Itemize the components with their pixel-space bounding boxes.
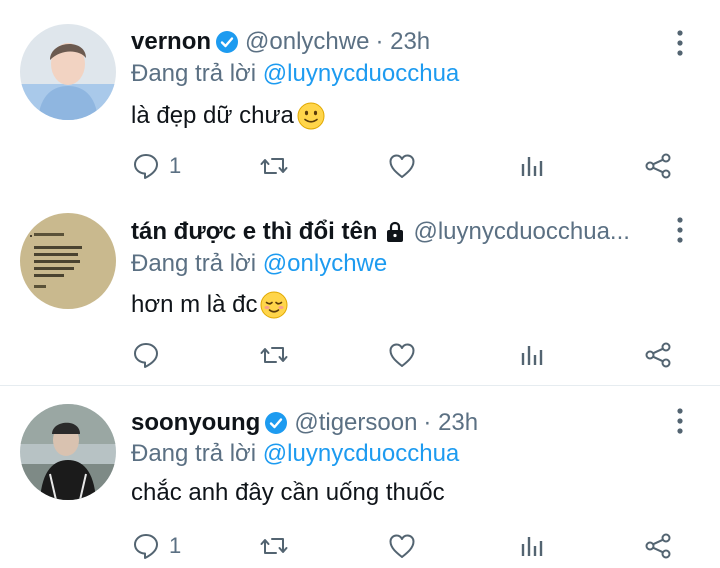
analytics-button[interactable]: [516, 146, 546, 186]
verified-badge-icon: [216, 31, 239, 53]
retweet-icon: [260, 538, 288, 554]
display-name[interactable]: soonyoung: [131, 409, 260, 437]
tweet-text-content: là đẹp dữ chưa: [131, 102, 294, 129]
mention-link[interactable]: @onlychwe: [263, 250, 387, 277]
reply-count: 1: [169, 533, 182, 558]
slight-smile-emoji-icon: [297, 102, 325, 130]
reply-button[interactable]: [131, 335, 169, 375]
like-button[interactable]: [387, 146, 417, 186]
avatar-image: [20, 213, 116, 309]
user-handle[interactable]: @onlychwe: [245, 28, 369, 56]
tweet[interactable]: tán được e thì đổi tên @luynycduocchua..…: [0, 193, 720, 385]
avatar-image: [20, 24, 116, 120]
reply-icon: [134, 534, 158, 559]
display-name[interactable]: tán được e thì đổi tên: [131, 218, 377, 246]
tweet[interactable]: vernon @onlychwe · 23h Đang trả lời @luy…: [0, 0, 720, 193]
reply-button[interactable]: 1: [131, 526, 181, 566]
lock-icon: [387, 221, 404, 242]
share-button[interactable]: [643, 146, 673, 186]
share-icon: [645, 342, 671, 368]
verified-badge-icon: [265, 412, 288, 434]
display-name[interactable]: vernon: [131, 28, 211, 56]
more-options-icon[interactable]: [668, 28, 692, 58]
tweet[interactable]: soonyoung @tigersoon · 23h Đang trả lời …: [0, 386, 720, 568]
mention-link[interactable]: @luynycduocchua: [263, 60, 459, 87]
more-options-icon[interactable]: [668, 406, 692, 436]
tweet-text-content: chắc anh đây cần uống thuốc: [131, 479, 445, 506]
tweet-actions: 1: [131, 526, 691, 566]
avatar-image: [20, 404, 116, 500]
tweet-actions: 1: [131, 146, 691, 186]
avatar[interactable]: [20, 213, 116, 309]
tweet-text: hơn m là đc: [131, 289, 289, 321]
replying-to-label: Đang trả lời: [131, 60, 257, 87]
reply-count: 1: [169, 153, 182, 178]
replying-to: Đang trả lời @luynycduocchua: [131, 60, 459, 88]
share-button[interactable]: [643, 526, 673, 566]
analytics-icon: [521, 157, 543, 176]
like-button[interactable]: [387, 335, 417, 375]
retweet-button[interactable]: [259, 146, 289, 186]
share-icon: [645, 153, 671, 179]
reply-button[interactable]: 1: [131, 146, 181, 186]
retweet-icon: [260, 347, 288, 363]
analytics-button[interactable]: [516, 526, 546, 566]
avatar[interactable]: [20, 24, 116, 120]
replying-to: Đang trả lời @onlychwe: [131, 250, 387, 278]
replying-to-label: Đang trả lời: [131, 440, 257, 467]
timestamp[interactable]: · 23h: [423, 409, 478, 437]
heart-icon: [389, 343, 415, 367]
reply-icon: [134, 154, 158, 179]
tweet-text: chắc anh đây cần uống thuốc: [131, 477, 445, 509]
relieved-emoji-icon: [260, 291, 288, 319]
timestamp[interactable]: · 23h: [375, 28, 430, 56]
avatar[interactable]: [20, 404, 116, 500]
share-button[interactable]: [643, 335, 673, 375]
analytics-button[interactable]: [516, 335, 546, 375]
user-handle[interactable]: @luynycduocchua...: [413, 218, 629, 246]
analytics-icon: [521, 537, 543, 556]
reply-icon: [134, 343, 158, 368]
replying-to: Đang trả lời @luynycduocchua: [131, 440, 459, 468]
mention-link[interactable]: @luynycduocchua: [263, 440, 459, 467]
retweet-button[interactable]: [259, 335, 289, 375]
tweet-actions: [131, 335, 691, 375]
analytics-icon: [521, 346, 543, 365]
replying-to-label: Đang trả lời: [131, 250, 257, 277]
heart-icon: [389, 534, 415, 558]
tweet-text-content: hơn m là đc: [131, 291, 258, 318]
retweet-icon: [260, 158, 288, 174]
tweet-text: là đẹp dữ chưa: [131, 100, 326, 132]
retweet-button[interactable]: [259, 526, 289, 566]
like-button[interactable]: [387, 526, 417, 566]
user-handle[interactable]: @tigersoon: [294, 409, 417, 437]
heart-icon: [389, 154, 415, 178]
more-options-icon[interactable]: [668, 215, 692, 245]
share-icon: [645, 533, 671, 559]
